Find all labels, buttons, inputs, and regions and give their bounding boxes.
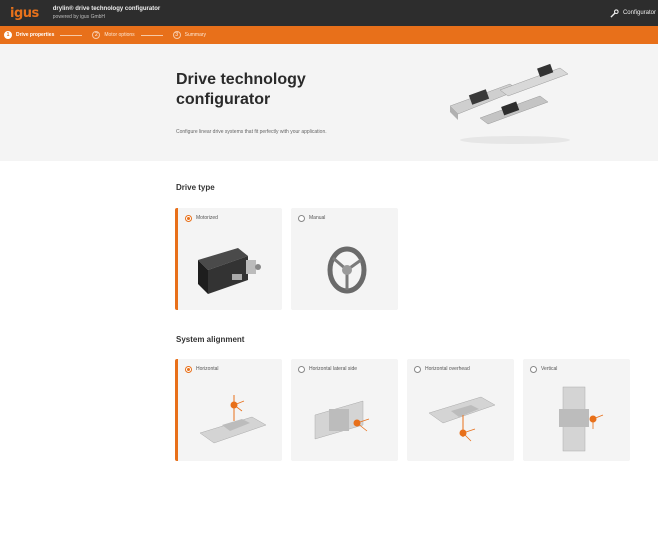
option-label: Manual xyxy=(309,215,326,221)
alignment-option-horizontal[interactable]: Horizontal xyxy=(175,359,282,461)
step-navigation: 1 Drive properties 2 Motor options 3 Sum… xyxy=(0,26,658,44)
step-number: 1 xyxy=(4,31,12,39)
handwheel-icon xyxy=(327,246,367,294)
alignment-option-horizontal-overhead[interactable]: Horizontal overhead xyxy=(407,359,514,461)
overhead-alignment-icon xyxy=(428,396,496,442)
app-subtitle-text: powered by igus GmbH xyxy=(52,14,106,20)
radio-button[interactable] xyxy=(298,366,305,373)
lateral-alignment-icon xyxy=(314,400,370,440)
option-label: Horizontal overhead xyxy=(425,366,470,372)
radio-button[interactable] xyxy=(185,366,192,373)
step-drive-properties[interactable]: 1 Drive properties xyxy=(4,31,83,39)
radio-button[interactable] xyxy=(298,215,305,222)
step-connector xyxy=(60,34,83,36)
option-label: Horizontal xyxy=(196,366,219,372)
configurator-label: Configurator xyxy=(622,10,656,16)
step-motor-options[interactable]: 2 Motor options xyxy=(92,31,163,39)
step-label: Summary xyxy=(184,32,207,38)
linear-drive-illustration xyxy=(449,63,570,144)
alignment-option-vertical[interactable]: Vertical xyxy=(523,359,630,461)
system-alignment-title: System alignment xyxy=(176,335,245,344)
step-label: Drive properties xyxy=(16,32,55,38)
hero-section: Drive technology configurator Configure … xyxy=(0,44,658,161)
option-label: Horizontal lateral side xyxy=(309,366,358,372)
vertical-alignment-icon xyxy=(559,386,604,452)
page-title: Drive technology configurator xyxy=(176,71,306,108)
step-connector xyxy=(140,34,163,36)
configurator-menu[interactable]: Configurator xyxy=(610,8,656,18)
radio-button[interactable] xyxy=(185,215,192,222)
page-subtitle: Configure linear drive systems that fit … xyxy=(176,129,327,135)
step-number: 3 xyxy=(172,31,181,39)
radio-button[interactable] xyxy=(530,366,537,373)
app-title: drylin® drive technology configurator po… xyxy=(53,5,160,21)
alignment-option-horizontal-lateral[interactable]: Horizontal lateral side xyxy=(291,359,398,461)
igus-logo[interactable]: igus xyxy=(10,6,39,21)
step-label: Motor options xyxy=(104,32,135,38)
step-number: 2 xyxy=(92,31,101,39)
drive-type-title: Drive type xyxy=(176,183,215,192)
app-header: igus drylin® drive technology configurat… xyxy=(0,0,658,26)
option-label: Motorized xyxy=(196,215,218,221)
horizontal-alignment-icon xyxy=(199,395,267,444)
app-title-text: drylin® drive technology configurator xyxy=(52,6,161,12)
radio-button[interactable] xyxy=(414,366,421,373)
motor-icon xyxy=(198,248,261,294)
option-label: Vertical xyxy=(541,366,558,372)
drive-type-option-manual[interactable]: Manual xyxy=(291,208,398,310)
drive-type-option-motorized[interactable]: Motorized xyxy=(175,208,282,310)
step-summary[interactable]: 3 Summary xyxy=(172,31,207,39)
wrench-icon xyxy=(610,8,619,18)
